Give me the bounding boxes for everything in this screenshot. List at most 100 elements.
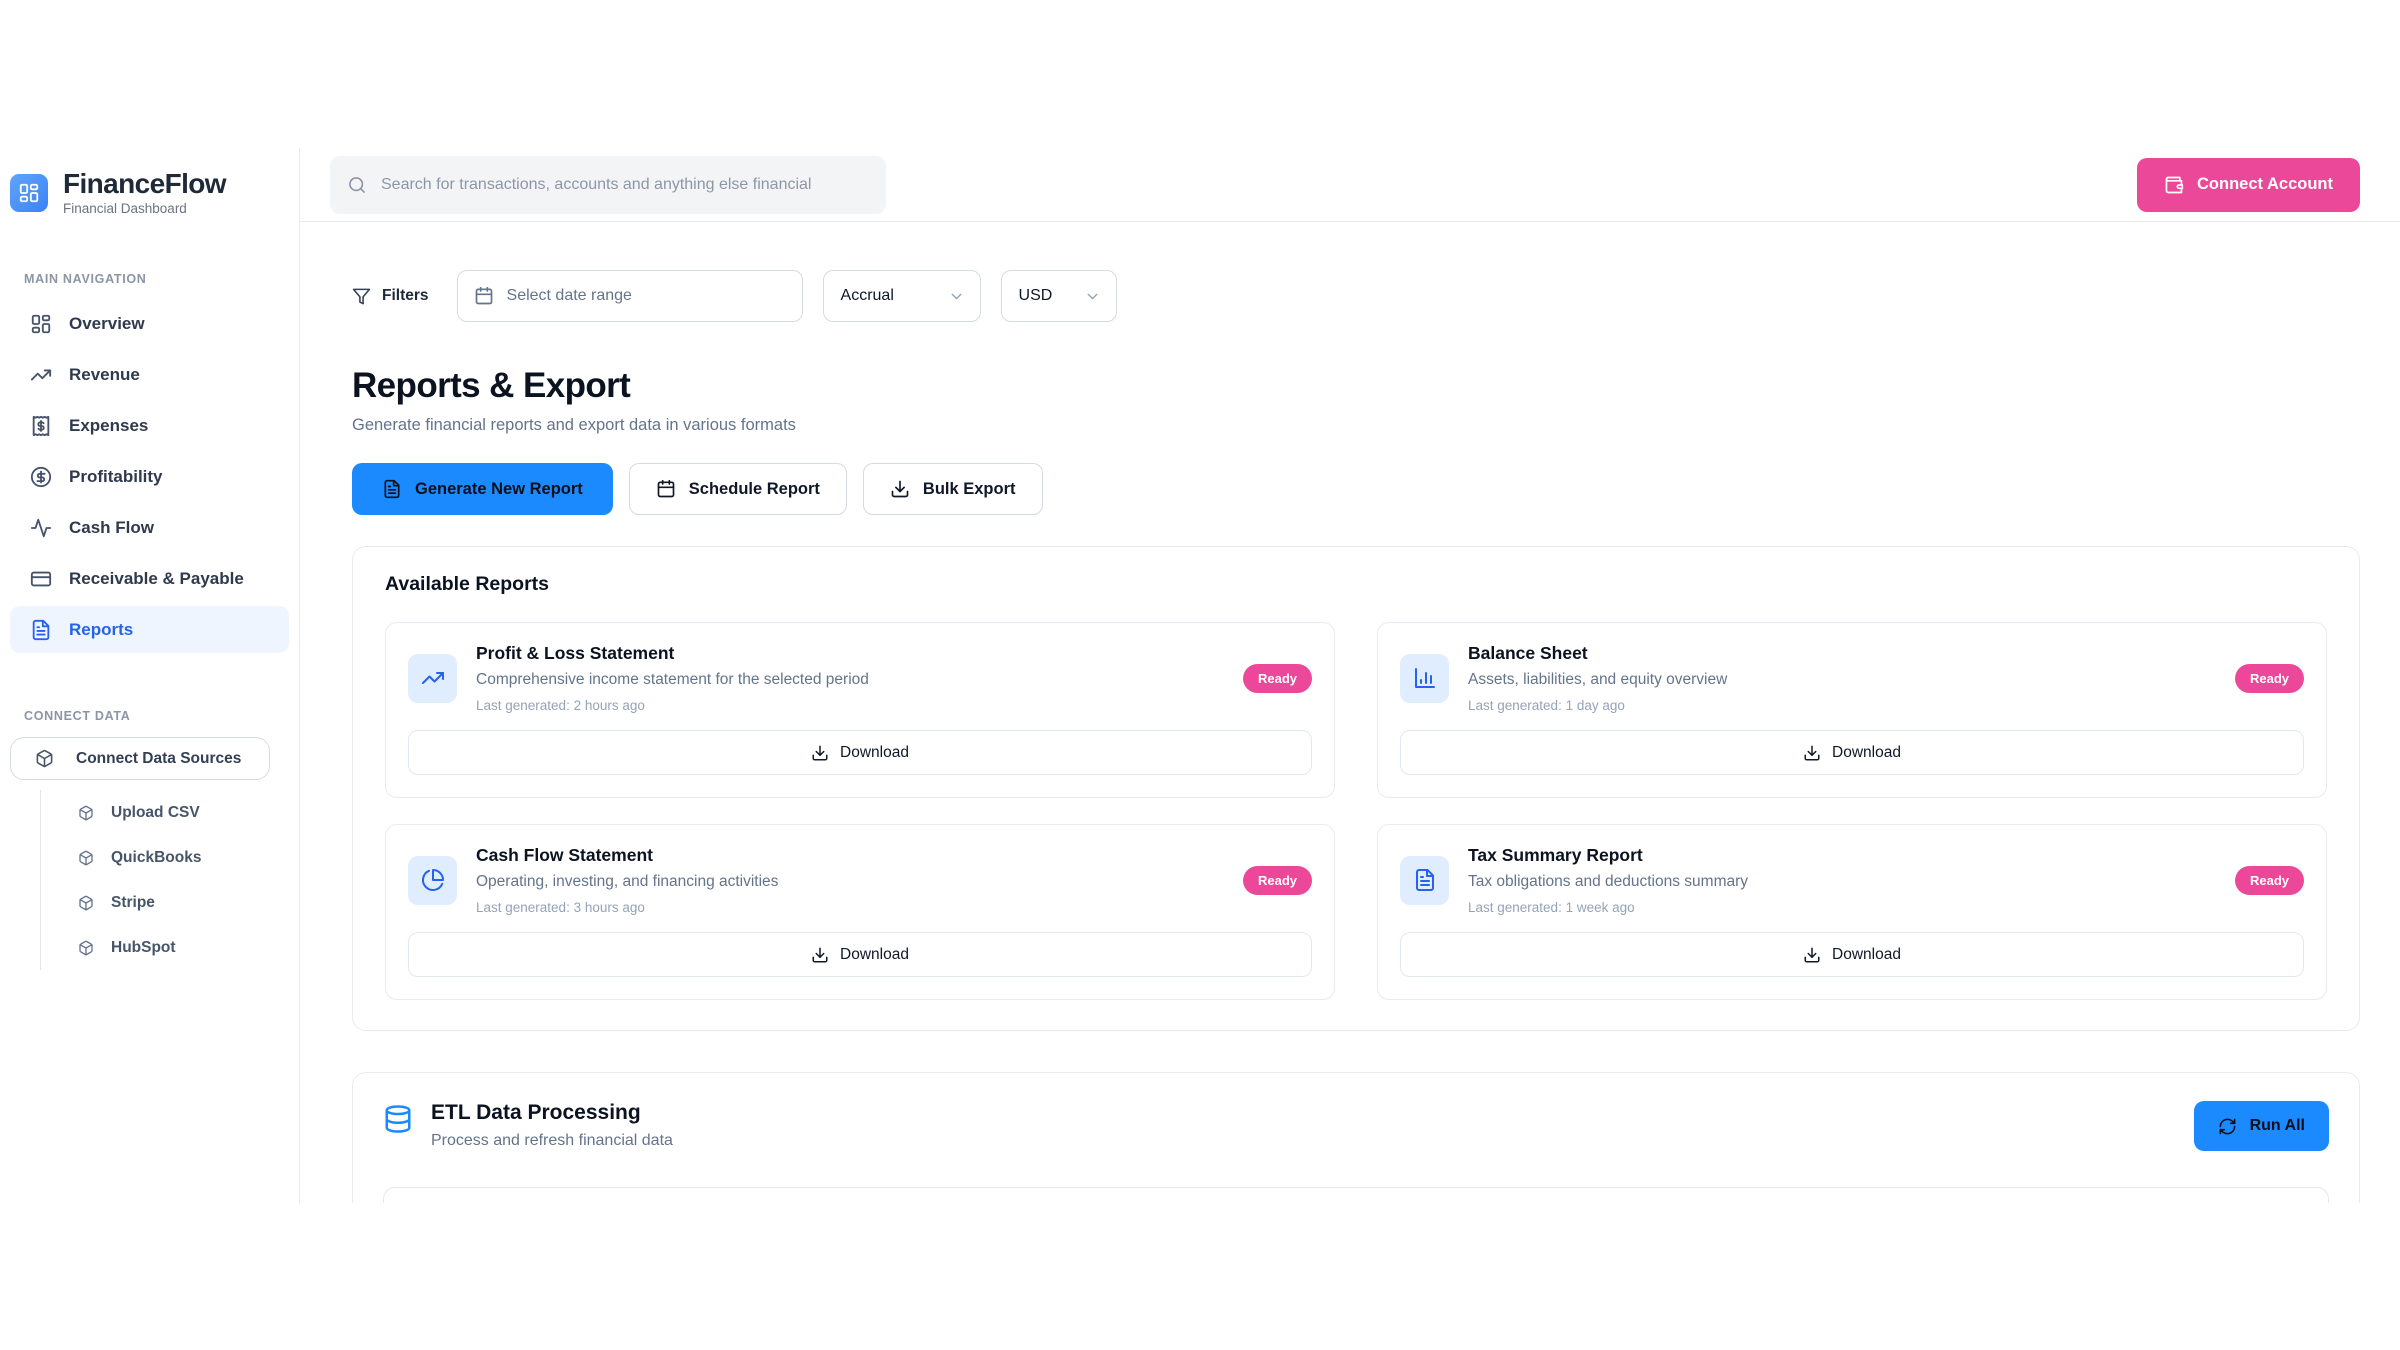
download-icon — [1803, 744, 1821, 762]
filters-row: Filters Accrual USD — [352, 270, 2360, 322]
run-all-button[interactable]: Run All — [2194, 1101, 2329, 1151]
status-badge: Ready — [2235, 664, 2304, 693]
etl-jobs-container — [383, 1187, 2329, 1203]
schedule-report-button[interactable]: Schedule Report — [629, 463, 847, 515]
actions-row: Generate New Report Schedule Report Bulk… — [352, 463, 2360, 515]
download-button[interactable]: Download — [1400, 932, 2304, 977]
filters-label: Filters — [382, 287, 429, 305]
file-text-icon — [382, 479, 402, 499]
source-item-upload-csv[interactable]: Upload CSV — [41, 790, 289, 835]
etl-subtitle: Process and refresh financial data — [431, 1132, 673, 1150]
connect-data-section-label: CONNECT DATA — [24, 709, 289, 723]
generate-new-report-label: Generate New Report — [415, 480, 583, 499]
brand-tagline: Financial Dashboard — [63, 201, 226, 216]
receipt-icon — [30, 415, 52, 437]
main-content: Filters Accrual USD Reports & Export Gen… — [300, 222, 2400, 1203]
sidebar-item-expenses[interactable]: Expenses — [10, 402, 289, 449]
download-button[interactable]: Download — [408, 730, 1312, 775]
generate-new-report-button[interactable]: Generate New Report — [352, 463, 613, 515]
report-icon-box — [408, 856, 457, 905]
connect-account-label: Connect Account — [2197, 175, 2333, 194]
report-cards-grid: Profit & Loss Statement Comprehensive in… — [385, 622, 2327, 1000]
source-item-label: QuickBooks — [111, 849, 201, 867]
date-range-picker[interactable] — [457, 270, 803, 322]
date-range-input[interactable] — [507, 287, 786, 305]
search-input[interactable] — [381, 176, 880, 194]
report-last-generated: Last generated: 1 day ago — [1468, 698, 2216, 713]
download-button[interactable]: Download — [1400, 730, 2304, 775]
report-card-tax-summary: Tax Summary Report Tax obligations and d… — [1377, 824, 2327, 1000]
download-button[interactable]: Download — [408, 932, 1312, 977]
connect-data-sources-label: Connect Data Sources — [76, 750, 241, 768]
brand: FinanceFlow Financial Dashboard — [10, 168, 289, 216]
package-icon — [78, 805, 94, 821]
main-navigation: Overview Revenue Expenses Profitability … — [10, 300, 289, 653]
sidebar: FinanceFlow Financial Dashboard MAIN NAV… — [0, 148, 300, 1203]
download-label: Download — [1832, 744, 1901, 762]
trending-up-icon — [421, 666, 445, 690]
calendar-icon — [474, 286, 494, 306]
package-icon — [78, 940, 94, 956]
accounting-basis-value: Accrual — [841, 287, 894, 305]
trending-up-icon — [30, 364, 52, 386]
filters-label-group: Filters — [352, 287, 429, 306]
filter-icon — [352, 287, 371, 306]
sidebar-item-label: Reports — [69, 620, 133, 640]
sidebar-item-revenue[interactable]: Revenue — [10, 351, 289, 398]
download-icon — [890, 479, 910, 499]
refresh-icon — [2218, 1117, 2237, 1136]
sidebar-item-label: Expenses — [69, 416, 148, 436]
bar-chart-icon — [1413, 666, 1437, 690]
sidebar-item-profitability[interactable]: Profitability — [10, 453, 289, 500]
brand-name: FinanceFlow — [63, 168, 226, 200]
report-description: Assets, liabilities, and equity overview — [1468, 671, 2216, 689]
pie-chart-icon — [421, 868, 445, 892]
source-item-label: HubSpot — [111, 939, 176, 957]
calendar-icon — [656, 479, 676, 499]
dollar-circle-icon — [30, 466, 52, 488]
data-source-list: Upload CSV QuickBooks Stripe HubSpot — [40, 790, 289, 970]
report-title: Profit & Loss Statement — [476, 643, 1224, 664]
sidebar-item-label: Overview — [69, 314, 145, 334]
sidebar-item-overview[interactable]: Overview — [10, 300, 289, 347]
sidebar-item-reports[interactable]: Reports — [10, 606, 289, 653]
app-frame: FinanceFlow Financial Dashboard MAIN NAV… — [0, 148, 2400, 1203]
report-last-generated: Last generated: 3 hours ago — [476, 900, 1224, 915]
status-badge: Ready — [1243, 664, 1312, 693]
status-badge: Ready — [1243, 866, 1312, 895]
search-box — [330, 156, 886, 214]
bulk-export-button[interactable]: Bulk Export — [863, 463, 1043, 515]
main-nav-section-label: MAIN NAVIGATION — [24, 272, 289, 286]
connect-data-sources-button[interactable]: Connect Data Sources — [10, 737, 270, 780]
sidebar-item-receivable-payable[interactable]: Receivable & Payable — [10, 555, 289, 602]
download-icon — [1803, 946, 1821, 964]
sidebar-item-cash-flow[interactable]: Cash Flow — [10, 504, 289, 551]
download-icon — [811, 946, 829, 964]
credit-card-icon — [30, 568, 52, 590]
report-title: Balance Sheet — [1468, 643, 2216, 664]
source-item-quickbooks[interactable]: QuickBooks — [41, 835, 289, 880]
activity-icon — [30, 517, 52, 539]
page-subtitle: Generate financial reports and export da… — [352, 416, 2360, 435]
source-item-hubspot[interactable]: HubSpot — [41, 925, 289, 970]
schedule-report-label: Schedule Report — [689, 480, 820, 499]
download-label: Download — [1832, 946, 1901, 964]
connect-account-button[interactable]: Connect Account — [2137, 158, 2360, 212]
report-card-profit-loss: Profit & Loss Statement Comprehensive in… — [385, 622, 1335, 798]
accounting-basis-select[interactable]: Accrual — [823, 270, 981, 322]
run-all-label: Run All — [2250, 1117, 2305, 1135]
dashboard-icon — [30, 313, 52, 335]
package-icon — [78, 895, 94, 911]
report-description: Comprehensive income statement for the s… — [476, 671, 1224, 689]
report-last-generated: Last generated: 1 week ago — [1468, 900, 2216, 915]
report-last-generated: Last generated: 2 hours ago — [476, 698, 1224, 713]
chevron-down-icon — [948, 288, 965, 305]
brand-logo-icon — [10, 174, 48, 212]
currency-select[interactable]: USD — [1001, 270, 1117, 322]
source-item-stripe[interactable]: Stripe — [41, 880, 289, 925]
database-icon — [383, 1104, 413, 1134]
page-title: Reports & Export — [352, 366, 2360, 406]
file-text-icon — [1413, 868, 1437, 892]
available-reports-panel: Available Reports Profit & Loss Statemen… — [352, 546, 2360, 1031]
report-card-balance-sheet: Balance Sheet Assets, liabilities, and e… — [1377, 622, 2327, 798]
